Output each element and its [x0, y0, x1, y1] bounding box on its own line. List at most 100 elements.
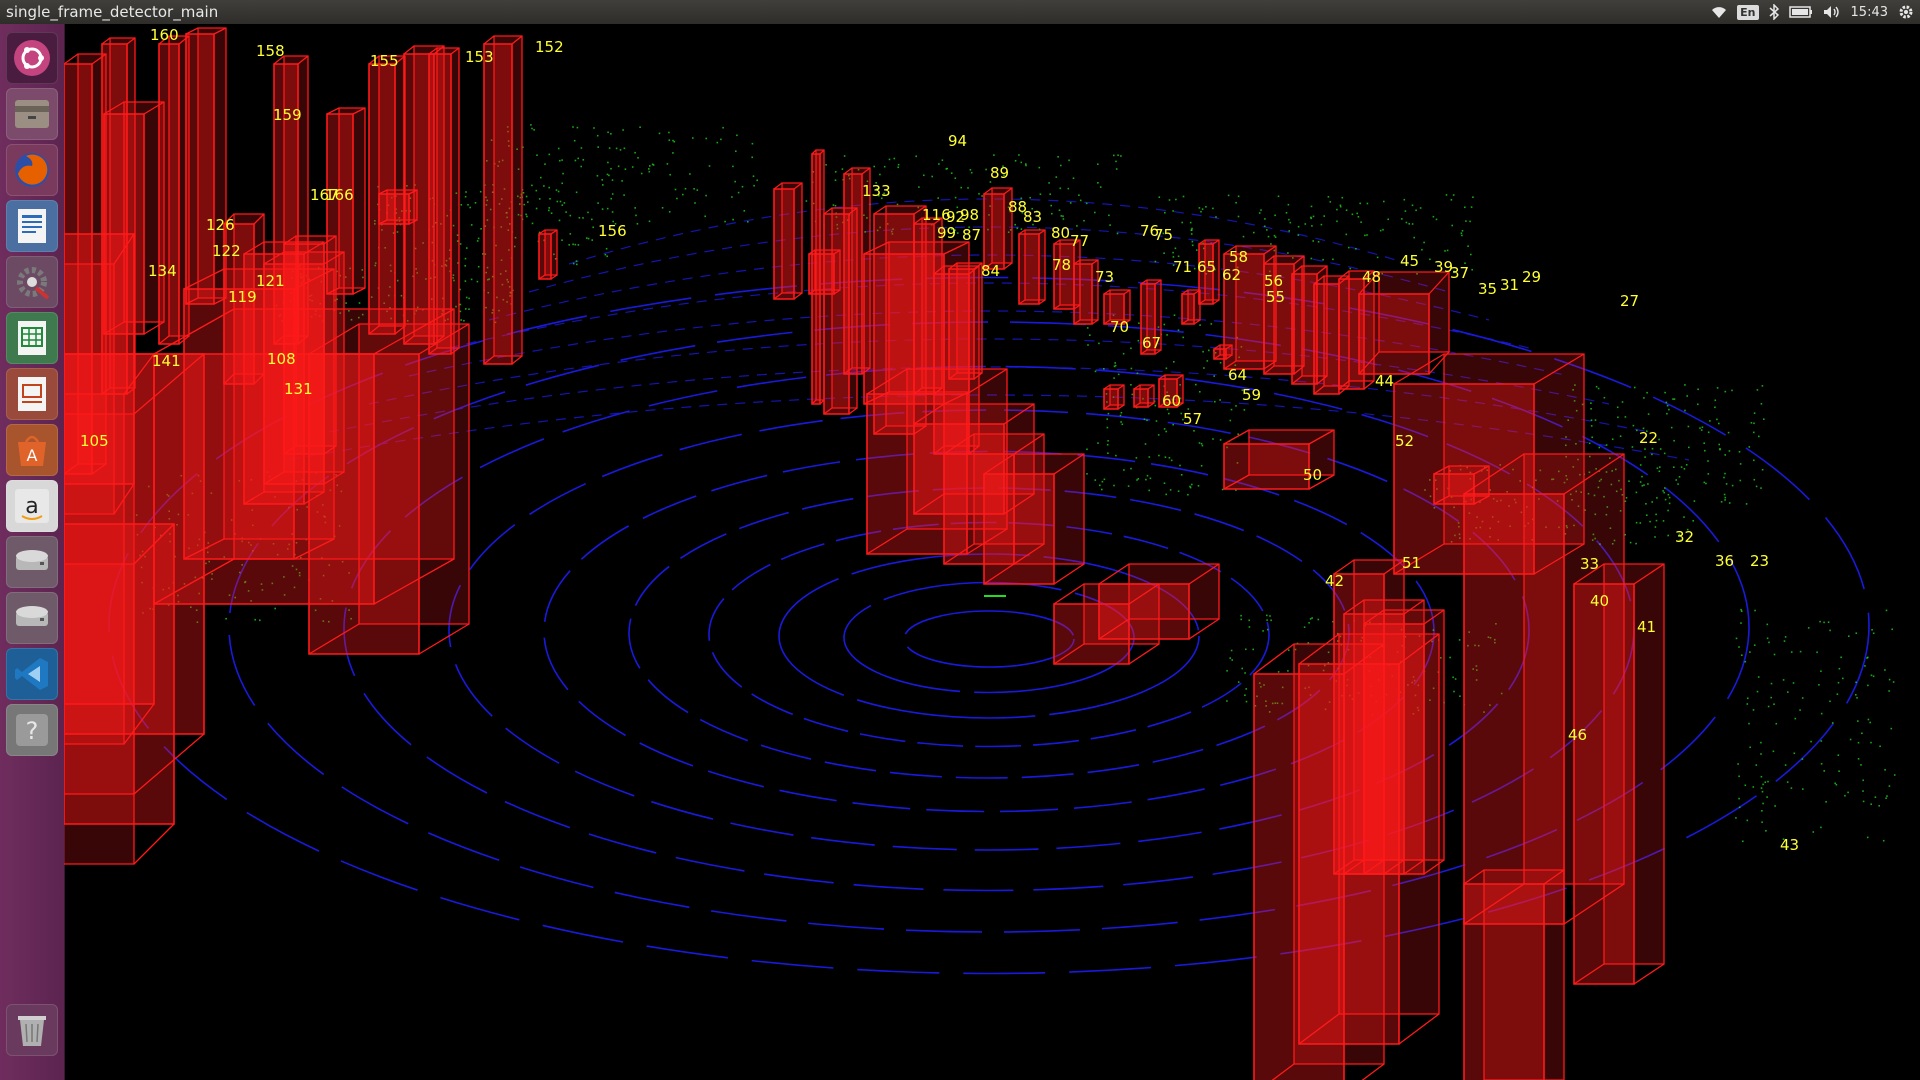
box-label: 50 — [1303, 466, 1322, 484]
box-label: 80 — [1051, 224, 1070, 242]
box-label: 65 — [1197, 258, 1216, 276]
box-label: 141 — [152, 352, 181, 370]
box-label: 64 — [1228, 366, 1247, 384]
box-label: 36 — [1715, 552, 1734, 570]
box-label: 51 — [1402, 554, 1421, 572]
box-label: 159 — [273, 106, 302, 124]
box-label: 37 — [1450, 264, 1469, 282]
box-label: 99 — [937, 224, 956, 242]
box-label: 89 — [990, 164, 1009, 182]
box-label: 166 — [325, 186, 354, 204]
box-label: 43 — [1780, 836, 1799, 854]
box-label: 55 — [1266, 288, 1285, 306]
box-label: 27 — [1620, 292, 1639, 310]
point-cloud-scene[interactable]: 1601581551531521591671661561681471261221… — [64, 24, 1920, 1080]
detection-box — [1103, 384, 1125, 410]
box-label: 48 — [1362, 268, 1381, 286]
box-label: 41 — [1637, 618, 1656, 636]
box-label: 87 — [962, 226, 981, 244]
detection-box — [1133, 384, 1155, 408]
launcher-help-icon[interactable]: ? — [6, 704, 58, 756]
launcher-firefox-icon[interactable] — [6, 144, 58, 196]
svg-text:a: a — [25, 494, 38, 519]
detection-box — [983, 453, 1085, 585]
svg-text:?: ? — [26, 717, 39, 745]
box-label: 131 — [284, 380, 313, 398]
box-label: 60 — [1162, 392, 1181, 410]
box-label: 78 — [1052, 256, 1071, 274]
box-label: 155 — [370, 52, 399, 70]
box-label: 160 — [150, 26, 179, 44]
window-title: single_frame_detector_main — [6, 3, 219, 21]
launcher-disk-1-icon[interactable] — [6, 536, 58, 588]
keyboard-layout-indicator[interactable]: En — [1737, 0, 1759, 24]
box-label: 57 — [1183, 410, 1202, 428]
wifi-icon[interactable] — [1711, 0, 1727, 24]
box-label: 73 — [1095, 268, 1114, 286]
launcher-calc-icon[interactable] — [6, 312, 58, 364]
box-label: 75 — [1154, 226, 1173, 244]
bluetooth-icon[interactable] — [1769, 0, 1779, 24]
launcher-system-settings-icon[interactable] — [6, 256, 58, 308]
launcher-software-center-icon[interactable]: A — [6, 424, 58, 476]
launcher-impress-icon[interactable] — [6, 368, 58, 420]
box-label: 62 — [1222, 266, 1241, 284]
box-label: 153 — [465, 48, 494, 66]
detection-box — [273, 55, 309, 345]
box-label: 121 — [256, 272, 285, 290]
detection-box — [948, 262, 983, 380]
volume-icon[interactable] — [1823, 0, 1841, 24]
box-label: 133 — [862, 182, 891, 200]
box-label: 42 — [1325, 572, 1344, 590]
box-label: 71 — [1173, 258, 1192, 276]
detection-box — [823, 207, 858, 415]
box-label: 168 — [64, 198, 65, 216]
detection-box — [483, 35, 523, 365]
box-label: 67 — [1142, 334, 1161, 352]
detection-viewport[interactable]: 1601581551531521591671661561681471261221… — [64, 24, 1920, 1080]
box-label: 108 — [267, 350, 296, 368]
box-label: 23 — [1750, 552, 1769, 570]
box-label: 35 — [1478, 280, 1497, 298]
launcher-ubuntu-dash-icon[interactable] — [6, 32, 58, 84]
box-label: 40 — [1590, 592, 1609, 610]
box-label: 33 — [1580, 555, 1599, 573]
box-label: 77 — [1070, 232, 1089, 250]
battery-icon[interactable] — [1788, 0, 1813, 24]
box-label: 52 — [1395, 432, 1414, 450]
box-label: 122 — [212, 242, 241, 260]
launcher-writer-icon[interactable] — [6, 200, 58, 252]
launcher-amazon-icon[interactable]: a — [6, 480, 58, 532]
box-label: 45 — [1400, 252, 1419, 270]
detection-box — [64, 523, 175, 865]
box-label: 119 — [228, 288, 257, 306]
svg-text:A: A — [27, 446, 38, 465]
detection-box — [1298, 633, 1440, 1045]
launcher-files-icon[interactable] — [6, 88, 58, 140]
launcher-trash-icon[interactable] — [6, 1004, 58, 1056]
detection-box — [773, 182, 803, 300]
detection-box — [1181, 289, 1201, 325]
detection-box — [1463, 869, 1565, 1080]
box-label: 84 — [981, 262, 1000, 280]
detection-box — [378, 189, 418, 225]
system-tray: En 15:43 — [1711, 0, 1914, 24]
detection-box — [428, 47, 460, 355]
clock[interactable]: 15:43 — [1851, 0, 1888, 24]
gear-icon[interactable] — [1898, 0, 1914, 24]
box-label: 105 — [80, 432, 109, 450]
box-label: 46 — [1568, 726, 1587, 744]
box-label: 29 — [1522, 268, 1541, 286]
detection-box — [1098, 563, 1220, 640]
box-label: 134 — [148, 262, 177, 280]
box-label: 59 — [1242, 386, 1261, 404]
detection-box — [185, 27, 227, 305]
box-label: 158 — [256, 42, 285, 60]
box-label: 58 — [1229, 248, 1248, 266]
box-label: 126 — [206, 216, 235, 234]
launcher-vscode-icon[interactable] — [6, 648, 58, 700]
box-label: 70 — [1110, 318, 1129, 336]
box-label: 44 — [1375, 372, 1394, 390]
launcher: Aa? — [0, 24, 65, 1080]
launcher-disk-2-icon[interactable] — [6, 592, 58, 644]
